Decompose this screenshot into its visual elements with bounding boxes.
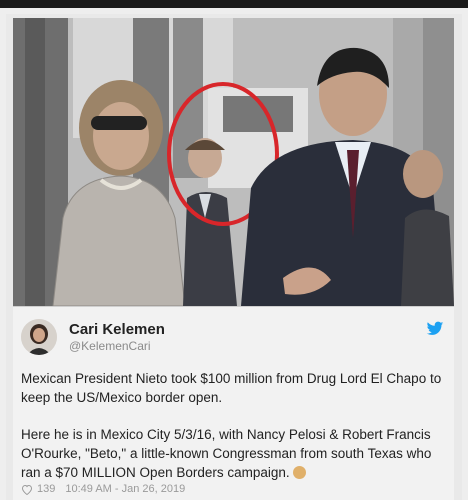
avatar-image (21, 319, 57, 355)
photo-illustration (13, 18, 454, 306)
tweet-card: Cari Kelemen @KelemenCari Mexican Presid… (13, 307, 454, 500)
top-border (0, 0, 468, 8)
avatar[interactable] (21, 319, 57, 355)
author-handle[interactable]: @KelemenCari (69, 339, 151, 353)
tweet-text-paragraph-2: Here he is in Mexico City 5/3/16, with N… (21, 425, 446, 482)
author-name[interactable]: Cari Kelemen (69, 321, 165, 338)
tweet-footer: 139 10:49 AM - Jan 26, 2019 (21, 483, 185, 495)
tweet-photo[interactable] (13, 18, 454, 306)
tweet-text-paragraph-2-text: Here he is in Mexico City 5/3/16, with N… (21, 427, 432, 480)
twitter-bird-icon[interactable] (426, 321, 444, 337)
like-count[interactable]: 139 (37, 483, 55, 495)
tweet-text-paragraph-1: Mexican President Nieto took $100 millio… (21, 371, 442, 405)
heart-icon[interactable] (21, 484, 33, 495)
emoji-icon (292, 466, 306, 479)
timestamp[interactable]: 10:49 AM - Jan 26, 2019 (65, 483, 185, 495)
